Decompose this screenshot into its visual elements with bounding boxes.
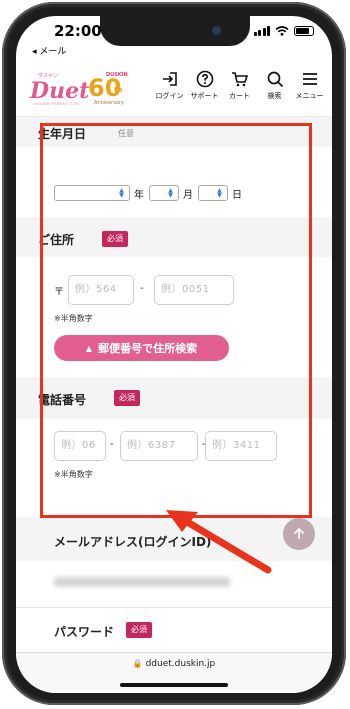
required-badge: 必須	[126, 622, 152, 638]
email-value-blurred	[54, 577, 230, 587]
hamburger-menu-icon	[302, 73, 317, 85]
anniversary-logo: 60 DUSKIN th Anniversary	[86, 72, 132, 108]
cart-icon	[231, 72, 248, 87]
login-icon	[162, 72, 177, 86]
browser-bottom-bar: 🔒 dduet.duskin.jp	[16, 652, 332, 693]
signal-icon	[253, 26, 270, 36]
camera-icon	[212, 26, 221, 35]
phone-frame: 22:00 ◂ メール ダスキン Duet DUSKIN PARENT SITE…	[2, 2, 346, 705]
site-header: ダスキン Duet DUSKIN PARENT SITE 60 DUSKIN t…	[16, 60, 332, 117]
password-label: パスワード	[54, 625, 115, 639]
header-nav: ログイン サポート カート 検索 メニュー	[152, 70, 327, 101]
notch	[100, 16, 250, 46]
nav-login-label: ログイン	[155, 92, 184, 100]
logo-tagline: DUSKIN PARENT SITE	[34, 102, 80, 106]
wifi-icon	[275, 26, 289, 36]
nav-cart-label: カート	[229, 92, 250, 100]
nav-search-label: 検索	[267, 92, 282, 100]
arrow-up-icon	[293, 527, 305, 539]
duet-logo[interactable]: Duet	[30, 78, 89, 104]
annotation-highlight-box	[40, 123, 312, 518]
lock-icon: 🔒	[132, 659, 143, 668]
status-icons	[253, 26, 314, 36]
home-indicator[interactable]	[120, 683, 228, 687]
url-bar[interactable]: 🔒 dduet.duskin.jp	[16, 659, 332, 669]
nav-login[interactable]: ログイン	[152, 70, 187, 101]
battery-icon	[294, 26, 314, 36]
divider	[16, 607, 332, 608]
url-text: dduet.duskin.jp	[145, 659, 216, 669]
nav-support[interactable]: サポート	[187, 70, 222, 101]
phone-screen: 22:00 ◂ メール ダスキン Duet DUSKIN PARENT SITE…	[16, 16, 332, 693]
email-label: メールアドレス(ログインID)	[54, 535, 212, 549]
nav-support-label: サポート	[190, 92, 219, 100]
question-circle-icon	[196, 70, 213, 88]
nav-cart[interactable]: カート	[222, 70, 257, 101]
status-time: 22:00	[54, 22, 102, 40]
anniversary-text: Anniversary	[94, 100, 124, 106]
nav-menu[interactable]: メニュー	[292, 70, 327, 101]
anniversary-suffix: th	[114, 86, 123, 94]
nav-search[interactable]: 検索	[257, 70, 292, 101]
scroll-to-top-button[interactable]	[283, 518, 315, 550]
anniversary-brand: DUSKIN	[106, 72, 128, 78]
back-to-mail-link[interactable]: ◂ メール	[32, 44, 66, 57]
nav-menu-label: メニュー	[295, 92, 324, 100]
search-icon	[267, 71, 283, 88]
